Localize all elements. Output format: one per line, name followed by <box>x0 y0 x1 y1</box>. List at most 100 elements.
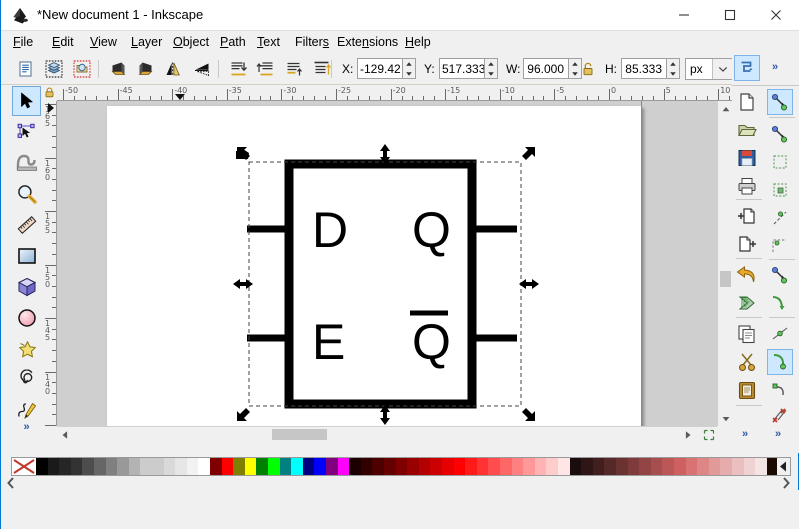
palette-swatch[interactable] <box>476 458 489 475</box>
snap-text-baseline-icon[interactable] <box>767 403 793 429</box>
palette-swatch[interactable] <box>442 458 454 475</box>
menu-help[interactable]: Help <box>399 34 437 51</box>
lock-wh-ratio-icon[interactable] <box>579 58 597 80</box>
scroll-down-icon[interactable] <box>718 411 733 426</box>
palette-swatch[interactable] <box>697 458 710 475</box>
units-select[interactable]: px <box>685 58 733 80</box>
rotate-ccw-90-icon[interactable] <box>105 56 131 82</box>
tweak-tool[interactable] <box>12 148 41 178</box>
import-icon[interactable] <box>734 203 760 229</box>
palette-swatch[interactable] <box>407 458 420 475</box>
palette-swatch[interactable] <box>581 458 594 475</box>
vertical-ruler[interactable]: 165160155150145140135 <box>42 101 57 426</box>
palette-swatch[interactable] <box>488 458 501 475</box>
scroll-up-icon[interactable] <box>718 101 733 116</box>
palette-swatch[interactable] <box>639 458 652 475</box>
zoom-tool[interactable] <box>12 179 41 209</box>
palette-swatch[interactable] <box>128 458 141 475</box>
menu-view[interactable]: View <box>84 34 123 51</box>
ellipse-tool[interactable] <box>12 303 41 333</box>
palette-swatch[interactable] <box>256 458 269 475</box>
palette-swatch[interactable] <box>685 458 698 475</box>
palette-swatch[interactable] <box>418 458 431 475</box>
palette-swatch[interactable] <box>627 458 640 475</box>
snap-bbox-center-icon[interactable] <box>767 205 793 231</box>
minimize-button[interactable] <box>661 0 707 30</box>
undo-icon[interactable] <box>734 262 760 288</box>
palette-swatch[interactable] <box>558 458 570 475</box>
palette-swatch[interactable] <box>395 458 408 475</box>
palette-swatch[interactable] <box>244 458 257 475</box>
y-field-spinner[interactable] <box>485 58 498 79</box>
no-color-swatch[interactable] <box>12 458 36 475</box>
x-field-spinner[interactable] <box>403 58 416 79</box>
y-field[interactable]: 517.333 <box>439 58 485 79</box>
chevron-down-icon[interactable] <box>712 59 732 79</box>
save-document-icon[interactable] <box>734 145 760 171</box>
vertical-scrollbar[interactable] <box>717 101 732 426</box>
palette-swatch[interactable] <box>59 458 72 475</box>
lower-icon[interactable] <box>253 56 279 82</box>
palette-swatch[interactable] <box>105 458 118 475</box>
palette-swatch[interactable] <box>523 458 536 475</box>
palette-swatch[interactable] <box>546 458 559 475</box>
deselect-icon[interactable] <box>69 56 95 82</box>
palette-swatch[interactable] <box>291 458 304 475</box>
palette-swatch[interactable] <box>616 458 628 475</box>
star-tool[interactable] <box>12 334 41 364</box>
menu-object[interactable]: Object <box>167 34 215 51</box>
palette-swatch[interactable] <box>36 458 48 475</box>
palette-swatch[interactable] <box>175 458 188 475</box>
menu-path[interactable]: Path <box>214 34 252 51</box>
box3d-tool[interactable] <box>12 272 41 302</box>
menu-text[interactable]: Text <box>251 34 286 51</box>
zoom-to-fit-icon[interactable] <box>701 427 716 442</box>
cut-icon[interactable] <box>734 349 760 375</box>
palette-swatch[interactable] <box>326 458 338 475</box>
palette-swatch[interactable] <box>82 458 95 475</box>
scroll-right-icon[interactable] <box>680 427 695 442</box>
palette-swatch[interactable] <box>70 458 83 475</box>
palette-swatch[interactable] <box>592 458 605 475</box>
toolbox-overflow-button[interactable]: » <box>12 421 41 439</box>
snap-bbox-edge-mid-icon[interactable] <box>767 177 793 203</box>
palette-swatch[interactable] <box>233 458 246 475</box>
horizontal-scroll-thumb[interactable] <box>272 429 327 440</box>
raise-icon[interactable] <box>281 56 307 82</box>
palette-swatch[interactable] <box>360 458 373 475</box>
d-flip-flop-symbol[interactable]: D E Q Q <box>57 101 717 426</box>
palette-swatch[interactable] <box>720 458 733 475</box>
horizontal-ruler[interactable]: -50 -45 -40 -35 -30 -25 -20 -15 -10 -5 0 5 10 <box>57 86 732 101</box>
commands-overflow-button[interactable]: » <box>742 428 748 440</box>
snap-bbox-corners-icon[interactable] <box>767 121 793 147</box>
palette-swatch[interactable] <box>708 458 721 475</box>
lower-to-bottom-icon[interactable] <box>225 56 251 82</box>
menu-edit[interactable]: Edit <box>46 34 80 51</box>
palette-scroll-right-arrow[interactable] <box>777 458 790 475</box>
palette-swatch[interactable] <box>94 458 106 475</box>
palette-swatch[interactable] <box>372 458 385 475</box>
flip-horizontal-icon[interactable] <box>161 56 187 82</box>
node-tool[interactable] <box>12 117 41 147</box>
h-field[interactable]: 85.333 <box>621 58 667 79</box>
vertical-scroll-thumb[interactable] <box>720 271 731 287</box>
palette-swatch[interactable] <box>349 458 362 475</box>
palette-scroll-right-button[interactable] <box>779 476 797 490</box>
snap-bbox-edges-icon[interactable] <box>767 149 793 175</box>
rotate-cw-90-icon[interactable] <box>133 56 159 82</box>
open-document-icon[interactable] <box>734 117 760 143</box>
measure-tool[interactable] <box>12 210 41 240</box>
snap-smooth-nodes-icon[interactable] <box>767 349 793 375</box>
palette-swatch[interactable] <box>674 458 686 475</box>
color-palette[interactable] <box>11 457 791 476</box>
palette-swatch[interactable] <box>511 458 524 475</box>
maximize-button[interactable] <box>707 0 753 30</box>
horizontal-scrollbar[interactable] <box>57 426 717 441</box>
palette-swatch[interactable] <box>314 458 327 475</box>
palette-swatch[interactable] <box>755 458 768 475</box>
snap-path-intersection-icon[interactable] <box>767 290 793 316</box>
menu-file[interactable]: File <box>7 34 39 51</box>
export-icon[interactable] <box>734 231 760 257</box>
palette-swatch[interactable] <box>268 458 280 475</box>
palette-swatch[interactable] <box>221 458 234 475</box>
